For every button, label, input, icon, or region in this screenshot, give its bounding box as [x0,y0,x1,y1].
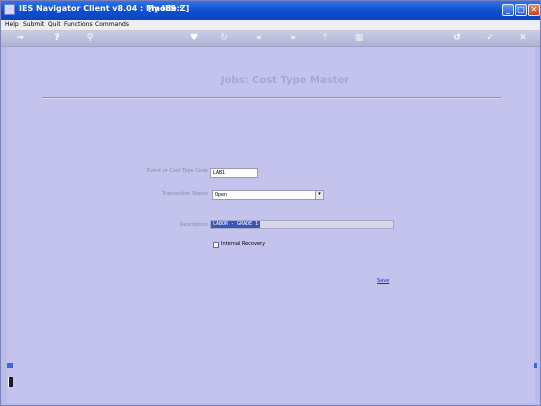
menu-bar: Help Submit Quit Functions Commands [1,20,540,31]
key-icon[interactable]: ⊸ [9,33,31,44]
description-label: Description [179,222,208,228]
menu-help[interactable]: Help [5,21,19,28]
app-window: IES Navigator Client v8.04 : My IES : [m… [0,0,541,406]
close-icon[interactable]: ✕ [517,33,529,44]
search-icon[interactable]: ⚲ [84,33,96,44]
heart-icon[interactable]: ♥ [188,33,200,44]
toolbar: ⊸ ? ⚲ ♥ ↻ « » ↑ ▦ ↺ ✓ ✕ [1,31,540,47]
transaction-status-label: Transaction Status [161,191,208,197]
side-handle-icon[interactable] [8,377,13,387]
grid-icon[interactable]: ▦ [353,33,365,44]
menu-functions[interactable]: Functions [64,21,93,28]
maximize-button[interactable]: □ [515,4,527,16]
right-panel-icon[interactable] [534,363,537,368]
internal-recovery-label: Internal Recovery [221,241,266,247]
chevron-down-icon[interactable]: ▾ [315,191,323,199]
transaction-status-value: Open [215,192,228,198]
page-title: Jobs: Cost Type Master [220,75,350,86]
minimize-button[interactable]: _ [502,4,514,16]
window-mode: [mode:Z] [148,4,190,13]
cost-type-code-label: Event or Cost Type Code [146,168,208,174]
refresh-icon[interactable]: ↻ [218,33,230,44]
menu-submit[interactable]: Submit [23,21,44,28]
close-button[interactable]: ✕ [528,4,540,16]
transaction-status-select[interactable]: Open ▾ [212,190,324,200]
history-icon[interactable]: ↺ [451,33,463,44]
fast-forward-icon[interactable]: » [286,33,300,44]
help-icon[interactable]: ? [51,33,63,44]
rewind-icon[interactable]: « [252,33,266,44]
save-link[interactable]: Save [377,278,389,284]
cost-type-code-input[interactable]: LAB1 [210,168,258,178]
title-divider [42,97,501,99]
internal-recovery-checkbox[interactable] [213,242,219,248]
menu-commands[interactable]: Commands [95,21,129,28]
title-bar: IES Navigator Client v8.04 : My IES : [m… [1,1,540,20]
side-panel-icon[interactable] [7,363,13,368]
description-value: LABOR - GRADE 1 [211,221,261,228]
menu-quit[interactable]: Quit [48,21,61,28]
up-arrow-icon[interactable]: ↑ [319,33,331,44]
description-input[interactable]: LABOR - GRADE 1 [210,220,394,229]
check-icon[interactable]: ✓ [484,33,496,44]
app-icon [4,4,15,15]
